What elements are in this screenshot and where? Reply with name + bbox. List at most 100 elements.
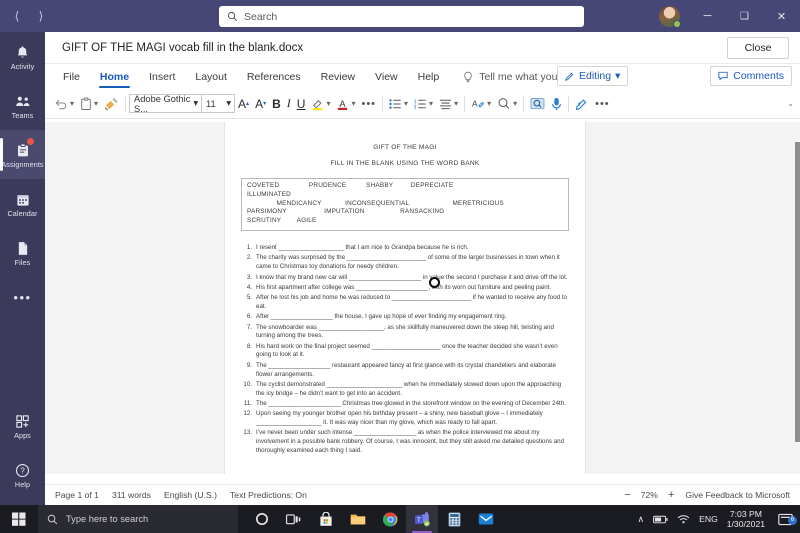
bold-button[interactable]: B	[269, 92, 284, 116]
close-document-button[interactable]: Close	[727, 37, 789, 59]
tab-references[interactable]: References	[237, 64, 311, 89]
document-header: GIFT OF THE MAGI vocab fill in the blank…	[45, 32, 800, 64]
underline-button[interactable]: U	[294, 92, 309, 116]
tab-view[interactable]: View	[365, 64, 408, 89]
question-list: 1. I resent ___________________ that I am…	[241, 244, 569, 456]
collapse-ribbon-button[interactable]: ⌄	[787, 99, 794, 108]
sidebar-item-calendar[interactable]: Calendar	[0, 179, 45, 228]
editing-mode-button[interactable]: Editing ▾	[557, 66, 629, 86]
microsoft-teams-icon[interactable]: T	[406, 505, 438, 533]
wifi-icon[interactable]	[677, 514, 690, 524]
chevron-down-icon: ▾	[70, 99, 75, 108]
paste-button[interactable]: ▾	[77, 92, 101, 116]
format-painter-icon	[104, 97, 118, 110]
undo-button[interactable]: ▾	[51, 92, 77, 116]
ribbon-divider	[523, 95, 525, 112]
clock-date: 1/30/2021	[726, 519, 765, 529]
sidebar-item-apps[interactable]: Apps	[0, 401, 45, 450]
file-explorer-icon[interactable]	[342, 505, 374, 533]
tab-review[interactable]: Review	[311, 64, 365, 89]
sidebar-item-assignments[interactable]: Assignments	[0, 130, 45, 179]
sidebar-more-button[interactable]: •••	[0, 277, 45, 317]
more-font-options-button[interactable]: •••	[358, 92, 379, 116]
search-input[interactable]: Search	[219, 6, 584, 27]
tab-home[interactable]: Home	[90, 64, 139, 89]
highlight-color-button[interactable]: ▾	[308, 92, 333, 116]
shrink-font-button[interactable]: A ▾	[252, 92, 269, 116]
list-item: 8. His hard work on the final project see…	[241, 343, 569, 361]
editor-button[interactable]	[572, 92, 592, 116]
font-name-input[interactable]: Adobe Gothic S... ▾	[129, 94, 202, 114]
close-window-button[interactable]: ✕	[763, 0, 800, 32]
numbering-button[interactable]: 123 ▾	[411, 92, 436, 116]
maximize-button[interactable]: ❑	[726, 0, 763, 32]
list-item: 1. I resent ___________________ that I am…	[241, 244, 569, 253]
svg-text:A: A	[340, 98, 347, 108]
notification-center-button[interactable]: 6	[774, 513, 797, 526]
styles-button[interactable]: A ▾	[468, 92, 494, 116]
feedback-link[interactable]: Give Feedback to Microsoft	[685, 490, 790, 500]
calculator-icon[interactable]	[438, 505, 470, 533]
scrollbar-thumb[interactable]	[795, 142, 800, 442]
immersive-reader-icon	[530, 98, 545, 110]
text-predictions-status[interactable]: Text Predictions: On	[230, 490, 307, 500]
page-count[interactable]: Page 1 of 1	[55, 490, 99, 500]
tab-file[interactable]: File	[53, 64, 90, 89]
list-item: 13. I’ve never been under such intense __…	[241, 429, 569, 455]
sidebar-item-files[interactable]: Files	[0, 228, 45, 277]
immersive-reader-button[interactable]	[527, 92, 548, 116]
format-painter-button[interactable]	[101, 92, 122, 116]
dictate-button[interactable]	[548, 92, 565, 116]
mail-icon[interactable]	[470, 505, 502, 533]
word-bank-row: SCRUTINY AGILE	[247, 217, 317, 225]
battery-icon[interactable]	[653, 515, 668, 524]
font-color-button[interactable]: A ▾	[333, 92, 358, 116]
bullets-button[interactable]: ▾	[386, 92, 411, 116]
grow-font-button[interactable]: A ▴	[235, 92, 252, 116]
document-page[interactable]: GIFT OF THE MAGI FILL IN THE BLANK USING…	[225, 122, 585, 474]
taskbar-search-input[interactable]: Type here to search	[38, 505, 238, 533]
document-heading-1: GIFT OF THE MAGI	[373, 144, 437, 151]
zoom-out-button[interactable]: −	[624, 489, 630, 501]
tab-insert[interactable]: Insert	[139, 64, 185, 89]
clock[interactable]: 7:03 PM 1/30/2021	[727, 509, 765, 529]
google-chrome-icon[interactable]	[374, 505, 406, 533]
sidebar-item-activity[interactable]: Activity	[0, 32, 45, 81]
vertical-scrollbar[interactable]	[795, 122, 800, 474]
minimize-button[interactable]: ─	[689, 0, 726, 32]
sidebar-item-teams[interactable]: Teams	[0, 81, 45, 130]
language-indicator[interactable]: English (U.S.)	[164, 490, 217, 500]
ribbon-more-button[interactable]: •••	[592, 92, 613, 116]
help-icon: ?	[15, 461, 30, 478]
tab-layout[interactable]: Layout	[185, 64, 237, 89]
grow-font-glyph: A	[238, 96, 247, 111]
zoom-level[interactable]: 72%	[641, 490, 658, 500]
tray-chevron-up-icon[interactable]: ∧	[638, 514, 645, 525]
language-indicator[interactable]: ENG	[699, 514, 718, 524]
comments-button[interactable]: Comments	[710, 66, 792, 86]
font-size-input[interactable]: 11 ▾	[201, 94, 236, 113]
cortana-icon[interactable]	[246, 505, 278, 533]
task-view-icon[interactable]	[278, 505, 310, 533]
find-button[interactable]: ▾	[494, 92, 520, 116]
lightbulb-icon	[464, 71, 472, 82]
document-canvas[interactable]: GIFT OF THE MAGI FILL IN THE BLANK USING…	[45, 122, 800, 474]
list-item-number: 2.	[246, 254, 252, 262]
zoom-in-button[interactable]: +	[668, 489, 674, 501]
forward-arrow-icon[interactable]: ⟩	[30, 5, 52, 27]
microsoft-store-icon[interactable]	[310, 505, 342, 533]
italic-button[interactable]: I	[284, 92, 294, 116]
list-item-text: His first apartment after college was __…	[256, 283, 552, 291]
word-count[interactable]: 311 words	[112, 490, 151, 500]
tab-help[interactable]: Help	[408, 64, 450, 89]
taskbar-icons: T	[246, 505, 502, 533]
word-bank-row: ILLUMINATED	[247, 190, 291, 198]
list-item: 4. His first apartment after college was …	[241, 284, 569, 293]
word-status-bar: Page 1 of 1 311 words English (U.S.) Tex…	[45, 484, 800, 505]
sidebar-item-help[interactable]: ? Help	[0, 450, 45, 499]
back-arrow-icon[interactable]: ⟨	[6, 5, 28, 27]
start-button[interactable]	[0, 505, 38, 533]
align-button[interactable]: ▾	[436, 92, 461, 116]
find-icon	[498, 98, 510, 109]
avatar[interactable]	[659, 5, 681, 28]
